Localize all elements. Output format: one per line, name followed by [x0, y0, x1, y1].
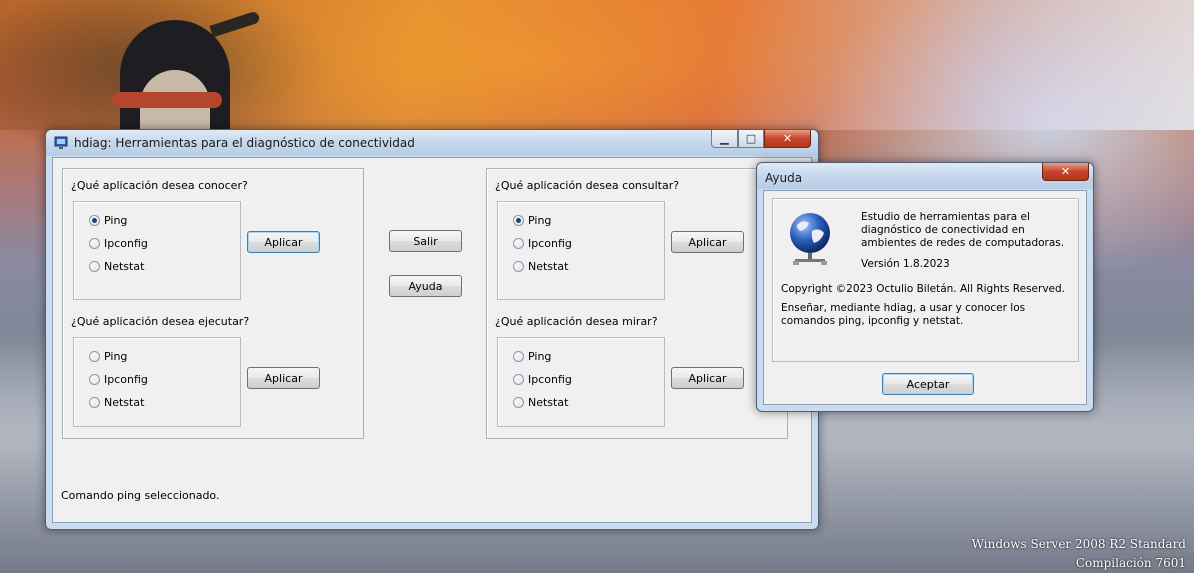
os-name-text: Windows Server 2008 R2 Standard	[971, 537, 1186, 551]
radio-dot	[89, 261, 100, 272]
window-controls: ▁ □ ✕	[711, 130, 811, 148]
radio-dot	[89, 397, 100, 408]
group-consultar: ¿Qué aplicación desea consultar? Ping Ip…	[486, 168, 788, 439]
radio-box-conocer: Ping Ipconfig Netstat	[73, 201, 241, 300]
help-info-panel: Estudio de herramientas para el diagnóst…	[772, 198, 1079, 362]
help-dialog-client: Estudio de herramientas para el diagnóst…	[763, 190, 1087, 405]
radio-consultar-netstat[interactable]: Netstat	[513, 260, 568, 273]
radio-conocer-ping[interactable]: Ping	[89, 214, 127, 227]
close-button[interactable]: ✕	[764, 130, 811, 148]
radio-dot	[513, 238, 524, 249]
aplicar-ejecutar-button[interactable]: Aplicar	[247, 367, 320, 389]
help-window-controls: ✕	[1042, 163, 1089, 181]
group-conocer-label: ¿Qué aplicación desea conocer?	[71, 179, 248, 192]
radio-ejecutar-ping[interactable]: Ping	[89, 350, 127, 363]
help-dialog-titlebar[interactable]: Ayuda ✕	[757, 163, 1093, 189]
salir-button[interactable]: Salir	[389, 230, 462, 252]
radio-consultar-ipconfig[interactable]: Ipconfig	[513, 237, 572, 250]
radio-dot	[513, 397, 524, 408]
radio-conocer-ipconfig[interactable]: Ipconfig	[89, 237, 148, 250]
main-window-title: hdiag: Herramientas para el diagnóstico …	[74, 136, 415, 150]
radio-mirar-ping[interactable]: Ping	[513, 350, 551, 363]
radio-ejecutar-netstat[interactable]: Netstat	[89, 396, 144, 409]
aplicar-conocer-button[interactable]: Aplicar	[247, 231, 320, 253]
minimize-button[interactable]: ▁	[711, 130, 738, 148]
aplicar-consultar-button[interactable]: Aplicar	[671, 231, 744, 253]
help-info-text: Enseñar, mediante hdiag, a usar y conoce…	[781, 302, 1026, 327]
help-copyright: Copyright ©2023 Octulio Biletán. All Rig…	[781, 283, 1066, 295]
aplicar-mirar-button[interactable]: Aplicar	[671, 367, 744, 389]
radio-dot	[513, 261, 524, 272]
maximize-button[interactable]: □	[738, 130, 764, 148]
group-conocer: ¿Qué aplicación desea conocer? Ping Ipco…	[62, 168, 364, 439]
main-window-client: ¿Qué aplicación desea conocer? Ping Ipco…	[52, 157, 812, 523]
help-close-button[interactable]: ✕	[1042, 163, 1089, 181]
help-dialog-title: Ayuda	[765, 171, 803, 185]
radio-dot-selected	[513, 215, 524, 226]
network-globe-icon	[785, 211, 835, 267]
help-description: Estudio de herramientas para el diagnóst…	[861, 211, 1065, 249]
aceptar-button[interactable]: Aceptar	[882, 373, 974, 395]
radio-dot	[89, 351, 100, 362]
radio-box-mirar: Ping Ipconfig Netstat	[497, 337, 665, 427]
main-window: hdiag: Herramientas para el diagnóstico …	[45, 129, 819, 530]
app-icon	[54, 136, 68, 150]
radio-dot-selected	[89, 215, 100, 226]
radio-mirar-netstat[interactable]: Netstat	[513, 396, 568, 409]
radio-conocer-netstat[interactable]: Netstat	[89, 260, 144, 273]
radio-dot	[513, 374, 524, 385]
wallpaper-penguin-scarf	[112, 92, 222, 108]
radio-dot	[89, 374, 100, 385]
group-consultar-label: ¿Qué aplicación desea consultar?	[495, 179, 680, 192]
help-dialog: Ayuda ✕ Estudio de herramientas para el …	[756, 162, 1094, 412]
os-build-text: Compilación 7601	[1075, 556, 1186, 570]
radio-dot	[89, 238, 100, 249]
help-version: Versión 1.8.2023	[861, 258, 950, 270]
radio-box-consultar: Ping Ipconfig Netstat	[497, 201, 665, 300]
radio-dot	[513, 351, 524, 362]
ayuda-button[interactable]: Ayuda	[389, 275, 462, 297]
group-ejecutar-label: ¿Qué aplicación desea ejecutar?	[71, 315, 250, 328]
radio-box-ejecutar: Ping Ipconfig Netstat	[73, 337, 241, 427]
main-window-titlebar[interactable]: hdiag: Herramientas para el diagnóstico …	[46, 130, 818, 156]
group-mirar-label: ¿Qué aplicación desea mirar?	[495, 315, 658, 328]
radio-mirar-ipconfig[interactable]: Ipconfig	[513, 373, 572, 386]
status-text: Comando ping seleccionado.	[61, 489, 220, 502]
radio-ejecutar-ipconfig[interactable]: Ipconfig	[89, 373, 148, 386]
radio-consultar-ping[interactable]: Ping	[513, 214, 551, 227]
